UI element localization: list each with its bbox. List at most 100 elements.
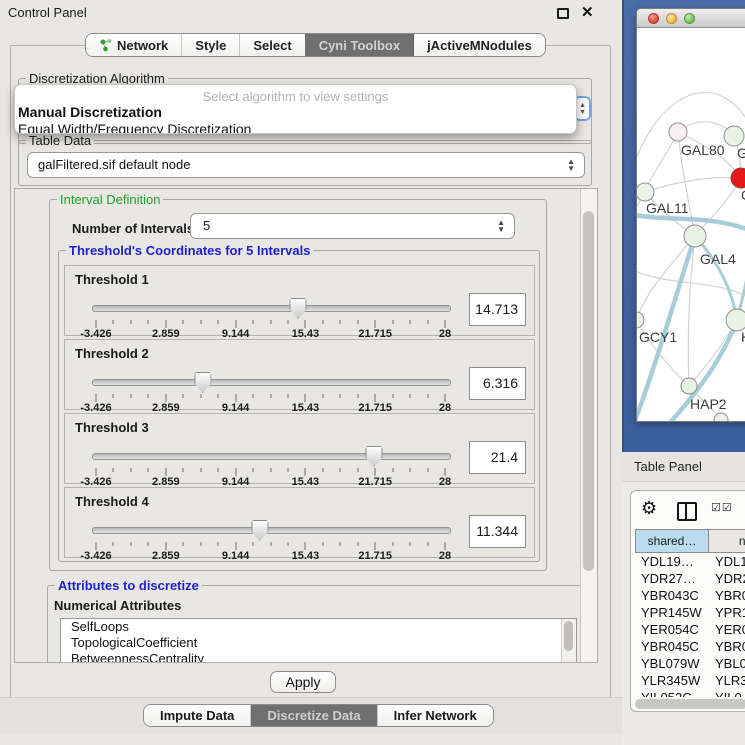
network-icon [99,38,112,52]
network-edge[interactable] [637,236,695,320]
slider-track [92,527,451,534]
tick-mark [445,542,446,550]
slider-thumb-icon[interactable] [194,372,211,393]
numerical-attributes-list[interactable]: SelfLoopsTopologicalCoefficientBetweenne… [60,618,577,663]
threshold-value-field[interactable]: 11.344 [469,515,526,548]
threshold-slider[interactable]: -3.4262.8599.14415.4321.71528 [92,518,449,556]
threshold-slider[interactable]: -3.4262.8599.14415.4321.71528 [92,370,449,408]
table-h-scrollbar[interactable] [635,699,745,709]
threshold-value-field[interactable]: 14.713 [469,293,526,326]
minimize-traffic-light-icon[interactable] [666,13,677,24]
network-node[interactable] [681,378,697,394]
threshold-value-field[interactable]: 21.4 [469,441,526,474]
tick-mark [270,468,271,472]
close-traffic-light-icon[interactable] [648,13,659,24]
network-node[interactable] [714,413,728,422]
threshold-panel: Threshold 4-3.4262.8599.14415.4321.71528… [64,487,535,558]
network-node[interactable] [731,168,745,188]
tab-jactivemnodules[interactable]: jActiveMNodules [413,34,545,56]
tick-mark [392,394,393,398]
float-window-icon[interactable] [557,8,569,19]
table-row[interactable]: YBR045CYBR0 [635,638,745,655]
bottom-tab-infer-network[interactable]: Infer Network [377,705,493,726]
list-item[interactable]: TopologicalCoefficient [61,635,576,651]
table-rows: YDL19…YDL1YDR27…YDR2YBR043CYBR0YPR145WYP… [635,553,745,697]
threshold-slider[interactable]: -3.4262.8599.14415.4321.71528 [92,444,449,482]
network-node[interactable] [724,126,744,146]
column-header-name[interactable]: na [709,529,745,553]
node-label: G [737,145,745,161]
slider-ticks [96,320,445,328]
network-node[interactable] [726,309,745,331]
network-view-window[interactable]: GAL80GCGAL11GAL4GCY1HHAP2 [636,8,745,422]
apply-button[interactable]: Apply [270,671,336,693]
list-item[interactable]: SelfLoops [61,619,576,635]
table-row[interactable]: YBR043CYBR0 [635,587,745,604]
node-label: GAL4 [700,251,736,267]
tick-mark [340,320,341,324]
network-node[interactable] [684,225,706,247]
tick-mark [218,394,219,398]
tick-mark [305,468,306,476]
split-columns-icon[interactable] [677,502,697,521]
network-canvas[interactable]: GAL80GCGAL11GAL4GCY1HHAP2 [637,28,745,422]
table-cell: YPR1 [709,604,745,621]
table-row[interactable]: YDR27…YDR2 [635,570,745,587]
tick-mark [287,394,288,398]
table-row[interactable]: YBL079WYBL0 [635,655,745,672]
tick-mark [96,468,97,476]
network-node[interactable] [637,183,654,201]
network-node[interactable] [637,312,644,328]
network-window-titlebar[interactable] [637,9,745,28]
tab-select[interactable]: Select [239,34,304,56]
close-icon[interactable]: ✕ [581,3,594,21]
table-row[interactable]: YPR145WYPR1 [635,604,745,621]
checkbox-icons[interactable]: ☑☑ [711,501,733,514]
tick-mark [218,468,219,472]
tab-network[interactable]: Network [86,34,181,56]
slider-thumb-icon[interactable] [290,298,307,319]
slider-thumb-icon[interactable] [366,446,383,467]
table-cell: YDR2 [709,570,745,587]
threshold-slider[interactable]: -3.4262.8599.14415.4321.71528 [92,296,449,334]
tab-style[interactable]: Style [181,34,239,56]
number-of-intervals-spinner[interactable]: 5 ▲▼ [190,213,515,239]
list-item[interactable]: BetweennessCentrality [61,651,576,663]
list-scrollbar[interactable] [561,619,576,663]
network-edge[interactable] [689,320,737,386]
tick-label: 21.715 [358,550,392,562]
column-header-shared[interactable]: shared… [635,529,709,553]
table-row[interactable]: YER054CYER0 [635,621,745,638]
slider-thumb-icon[interactable] [251,520,268,541]
table-row[interactable]: YLR345WYLR3 [635,672,745,689]
tick-mark [340,394,341,398]
table-row[interactable]: YIL052CYIL0 [635,689,745,697]
zoom-traffic-light-icon[interactable] [684,13,695,24]
table-panel-header: Table Panel [622,452,745,482]
tick-mark [235,468,236,476]
table-cell: YPR145W [635,604,709,621]
network-edge[interactable] [645,178,741,192]
table-row[interactable]: YDL19…YDL1 [635,553,745,570]
network-edge[interactable] [695,236,737,320]
table-cell: YDR27… [635,570,709,587]
bottom-tab-impute-data[interactable]: Impute Data [144,705,250,726]
threshold-value-field[interactable]: 6.316 [469,367,526,400]
slider-track [92,453,451,460]
tick-mark [183,320,184,324]
network-node[interactable] [669,123,687,141]
tick-mark [253,542,254,546]
bottom-tab-discretize-data[interactable]: Discretize Data [250,705,376,726]
dropdown-item-manual-discretization[interactable]: Manual Discretization [15,104,576,121]
table-data-combobox[interactable]: galFiltered.sif default node ▲▼ [27,152,585,178]
settings-scrollbar[interactable] [580,189,597,662]
slider-track [92,379,451,386]
network-edge[interactable] [645,132,678,192]
tick-mark [165,468,166,476]
tab-cyni-toolbox[interactable]: Cyni Toolbox [305,34,413,56]
gear-icon[interactable]: ⚙ [641,498,657,519]
table-data-group: Table Data galFiltered.sif default node … [18,140,592,186]
tick-mark [96,542,97,550]
dropdown-item-equal-width-frequency-discretization[interactable]: Equal Width/Frequency Discretization [15,121,576,134]
tick-mark [322,468,323,472]
